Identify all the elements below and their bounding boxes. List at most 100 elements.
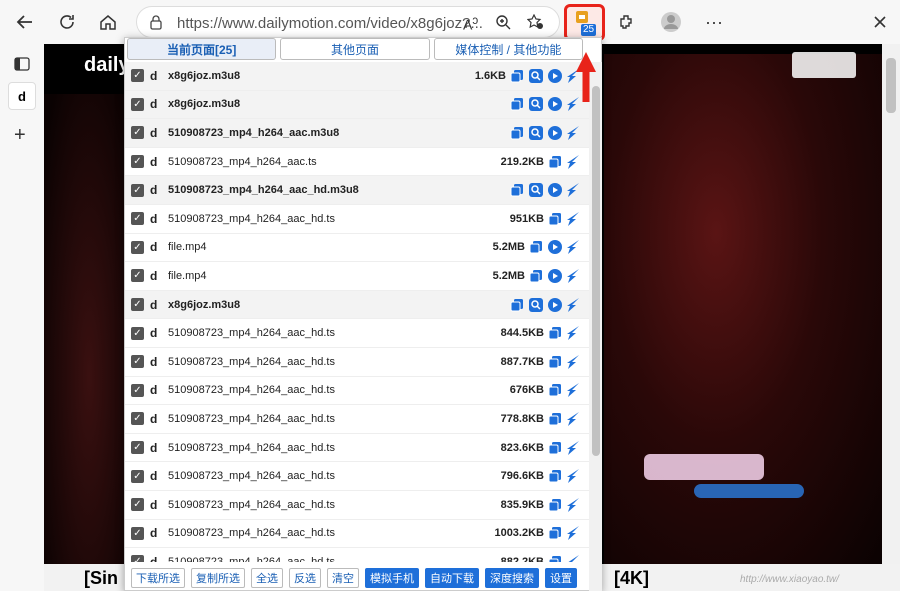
file-name[interactable]: file.mp4 xyxy=(168,241,493,253)
footer-button-8[interactable]: 设置 xyxy=(545,568,577,588)
copy-link-icon[interactable] xyxy=(510,126,524,140)
copy-link-icon[interactable] xyxy=(548,326,562,340)
download-icon[interactable] xyxy=(567,183,581,198)
extensions-icon[interactable] xyxy=(612,7,642,37)
copy-link-icon[interactable] xyxy=(529,240,543,254)
parse-m3u8-icon[interactable] xyxy=(529,97,543,112)
copy-link-icon[interactable] xyxy=(548,212,562,226)
file-name[interactable]: 510908723_mp4_h264_aac_hd.ts xyxy=(168,327,501,339)
row-checkbox[interactable]: ✓ xyxy=(131,526,144,540)
page-scrollbar[interactable] xyxy=(882,44,900,564)
popup-tab-1[interactable]: 其他页面 xyxy=(280,38,430,60)
play-icon[interactable] xyxy=(548,240,562,255)
play-icon[interactable] xyxy=(548,297,562,312)
address-bar[interactable]: https://www.dailymotion.com/video/x8g6jo… xyxy=(136,6,560,38)
row-checkbox[interactable]: ✓ xyxy=(131,212,144,226)
close-icon[interactable] xyxy=(865,7,895,37)
file-name[interactable]: 510908723_mp4_h264_aac.ts xyxy=(168,156,501,168)
copy-link-icon[interactable] xyxy=(510,97,524,111)
more-menu-icon[interactable]: ··· xyxy=(699,7,729,37)
download-icon[interactable] xyxy=(567,354,581,369)
row-checkbox[interactable]: ✓ xyxy=(131,155,144,169)
read-aloud-icon[interactable]: Aↄ xyxy=(463,14,478,33)
download-icon[interactable] xyxy=(567,411,581,426)
file-name[interactable]: 510908723_mp4_h264_aac_hd.ts xyxy=(168,556,501,562)
row-checkbox[interactable]: ✓ xyxy=(131,126,144,140)
file-name[interactable]: x8g6joz.m3u8 xyxy=(168,70,475,82)
file-name[interactable]: 510908723_mp4_h264_aac_hd.ts xyxy=(168,413,501,425)
row-checkbox[interactable]: ✓ xyxy=(131,326,144,340)
row-checkbox[interactable]: ✓ xyxy=(131,183,144,197)
download-icon[interactable] xyxy=(567,469,581,484)
zoom-icon[interactable] xyxy=(495,14,511,35)
footer-button-7[interactable]: 深度搜索 xyxy=(485,568,539,588)
favorite-add-icon[interactable] xyxy=(526,13,544,35)
download-icon[interactable] xyxy=(567,125,581,140)
play-icon[interactable] xyxy=(548,268,562,283)
footer-button-5[interactable]: 模拟手机 xyxy=(365,568,419,588)
row-checkbox[interactable]: ✓ xyxy=(131,355,144,369)
footer-button-2[interactable]: 全选 xyxy=(251,568,283,588)
downloader-extension-button[interactable]: 25 xyxy=(564,4,605,41)
row-checkbox[interactable]: ✓ xyxy=(131,498,144,512)
copy-link-icon[interactable] xyxy=(548,498,562,512)
file-name[interactable]: file.mp4 xyxy=(168,270,493,282)
row-checkbox[interactable]: ✓ xyxy=(131,441,144,455)
copy-link-icon[interactable] xyxy=(548,441,562,455)
home-icon[interactable] xyxy=(93,7,123,37)
file-name[interactable]: x8g6joz.m3u8 xyxy=(168,299,510,311)
parse-m3u8-icon[interactable] xyxy=(529,68,543,83)
parse-m3u8-icon[interactable] xyxy=(529,297,543,312)
refresh-icon[interactable] xyxy=(52,7,82,37)
download-icon[interactable] xyxy=(567,497,581,512)
copy-link-icon[interactable] xyxy=(510,69,524,83)
popup-scrollbar-thumb[interactable] xyxy=(592,86,600,456)
file-name[interactable]: x8g6joz.m3u8 xyxy=(168,98,510,110)
play-icon[interactable] xyxy=(548,68,562,83)
download-icon[interactable] xyxy=(567,440,581,455)
file-name[interactable]: 510908723_mp4_h264_aac_hd.ts xyxy=(168,213,510,225)
footer-button-0[interactable]: 下载所选 xyxy=(131,568,185,588)
download-icon[interactable] xyxy=(567,154,581,169)
footer-button-4[interactable]: 清空 xyxy=(327,568,359,588)
footer-button-6[interactable]: 自动下载 xyxy=(425,568,479,588)
file-name[interactable]: 510908723_mp4_h264_aac_hd.ts xyxy=(168,499,501,511)
download-icon[interactable] xyxy=(567,326,581,341)
page-scrollbar-thumb[interactable] xyxy=(886,58,896,113)
play-icon[interactable] xyxy=(548,125,562,140)
download-icon[interactable] xyxy=(567,268,581,283)
popup-tab-2[interactable]: 媒体控制 / 其他功能 xyxy=(433,38,583,60)
row-checkbox[interactable]: ✓ xyxy=(131,555,144,562)
footer-button-1[interactable]: 复制所选 xyxy=(191,568,245,588)
parse-m3u8-icon[interactable] xyxy=(529,125,543,140)
file-name[interactable]: 510908723_mp4_h264_aac_hd.ts xyxy=(168,527,494,539)
download-icon[interactable] xyxy=(567,211,581,226)
row-checkbox[interactable]: ✓ xyxy=(131,269,144,283)
tab-actions-icon[interactable] xyxy=(14,56,30,77)
copy-link-icon[interactable] xyxy=(548,526,562,540)
copy-link-icon[interactable] xyxy=(548,355,562,369)
tab-dailymotion[interactable]: d xyxy=(8,82,36,110)
copy-link-icon[interactable] xyxy=(548,469,562,483)
file-name[interactable]: 510908723_mp4_h264_aac.m3u8 xyxy=(168,127,510,139)
file-name[interactable]: 510908723_mp4_h264_aac_hd.ts xyxy=(168,356,501,368)
popup-scrollbar[interactable] xyxy=(589,62,602,591)
copy-link-icon[interactable] xyxy=(548,555,562,562)
row-checkbox[interactable]: ✓ xyxy=(131,383,144,397)
copy-link-icon[interactable] xyxy=(548,155,562,169)
download-icon[interactable] xyxy=(567,383,581,398)
row-checkbox[interactable]: ✓ xyxy=(131,240,144,254)
popup-tab-0[interactable]: 当前页面[25] xyxy=(127,38,277,60)
play-icon[interactable] xyxy=(548,183,562,198)
file-name[interactable]: 510908723_mp4_h264_aac_hd.ts xyxy=(168,384,510,396)
profile-avatar[interactable] xyxy=(656,7,686,37)
parse-m3u8-icon[interactable] xyxy=(529,183,543,198)
file-name[interactable]: 510908723_mp4_h264_aac_hd.ts xyxy=(168,470,501,482)
new-tab-icon[interactable]: + xyxy=(14,124,26,147)
download-icon[interactable] xyxy=(567,554,581,562)
download-icon[interactable] xyxy=(567,240,581,255)
file-name[interactable]: 510908723_mp4_h264_aac_hd.m3u8 xyxy=(168,184,510,196)
copy-link-icon[interactable] xyxy=(529,269,543,283)
play-icon[interactable] xyxy=(548,97,562,112)
download-icon[interactable] xyxy=(567,297,581,312)
